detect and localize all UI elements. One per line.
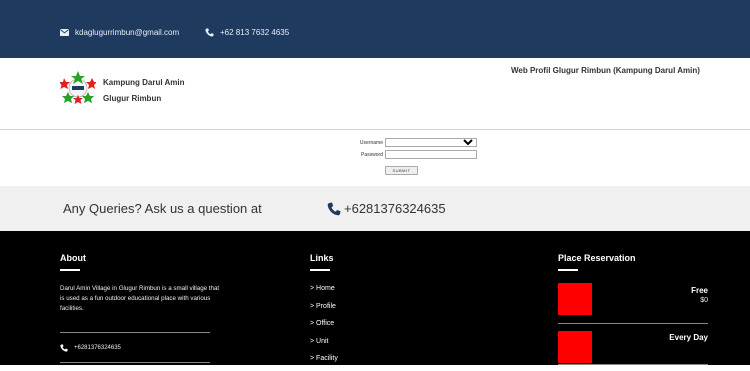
top-contact-bar: kdaglugurrimbun@gmail.com +62 813 7632 4… [0,0,750,58]
username-select[interactable] [385,138,477,147]
footer-link-label: Profile [316,302,336,310]
site-header: Kampung Darul Amin Glugur Rimbun Web Pro… [0,58,750,130]
about-title-rule [60,269,80,271]
password-label: Password [361,151,383,158]
footer-link-office[interactable]: > Office [310,318,338,336]
username-label: Username [359,139,383,146]
reservation-title-rule [558,269,578,271]
site-footer: About Darul Amin Village in Glugur Rimbu… [0,231,750,365]
footer-link-home[interactable]: > Home [310,283,338,301]
queries-band: Any Queries? Ask us a question at +62813… [0,186,750,231]
reservation-divider [558,323,708,324]
submit-button[interactable]: SUBMIT [385,166,418,175]
links-title: Links [310,253,334,263]
reservation-name: Free [691,286,708,295]
reservation-item-every-day[interactable]: Every Day [558,330,708,365]
footer-link-label: Home [316,285,335,292]
topbar-phone-text: +62 813 7632 4635 [220,28,290,37]
reservation-thumbnail [558,331,592,363]
phone-icon [327,202,341,215]
about-divider-bottom [60,362,210,363]
queries-phone[interactable]: +6281376324635 [327,201,446,216]
village-logo-icon[interactable] [60,70,96,106]
reservation-thumbnail [558,283,592,315]
password-input[interactable] [385,150,477,159]
topbar-phone[interactable]: +62 813 7632 4635 [205,28,289,37]
footer-link-unit[interactable]: > Unit [310,336,338,354]
about-phone[interactable]: +6281376324635 [60,344,121,352]
brand-name[interactable]: Kampung Darul Amin Glugur Rimbun [103,75,184,107]
login-form: Username Password SUBMIT [0,130,750,186]
topbar-email[interactable]: kdaglugurrimbun@gmail.com [60,28,179,37]
reservation-title: Place Reservation [558,253,636,263]
queries-phone-text: +6281376324635 [344,201,446,216]
reservation-price: $0 [700,297,708,304]
about-title: About [60,253,86,263]
topbar-email-text: kdaglugurrimbun@gmail.com [75,28,180,37]
reservation-name: Every Day [669,333,708,342]
footer-link-label: Unit [316,337,329,345]
brand-line-2: Glugur Rimbun [103,94,162,103]
envelope-icon [60,29,69,36]
reservation-item-free[interactable]: Free $0 [558,283,708,324]
about-text: Darul Amin Village in Glugur Rimbun is a… [60,285,220,312]
footer-links: > Home > Profile > Office > Unit > Facil… [310,283,338,371]
footer-link-label: Office [316,320,335,327]
phone-icon [205,28,214,37]
queries-text: Any Queries? Ask us a question at [63,201,262,216]
footer-link-facility[interactable]: > Facility [310,353,338,371]
username-row: Username [343,138,477,147]
about-divider [60,332,210,333]
about-phone-text: +6281376324635 [74,345,121,351]
phone-icon [60,344,68,352]
footer-link-profile[interactable]: > Profile [310,301,338,319]
site-title: Web Profil Glugur Rimbun (Kampung Darul … [511,66,700,75]
links-title-rule [310,269,330,271]
brand-line-1: Kampung Darul Amin [103,78,185,87]
footer-link-label: Facility [316,355,338,362]
password-row: Password [343,150,477,159]
